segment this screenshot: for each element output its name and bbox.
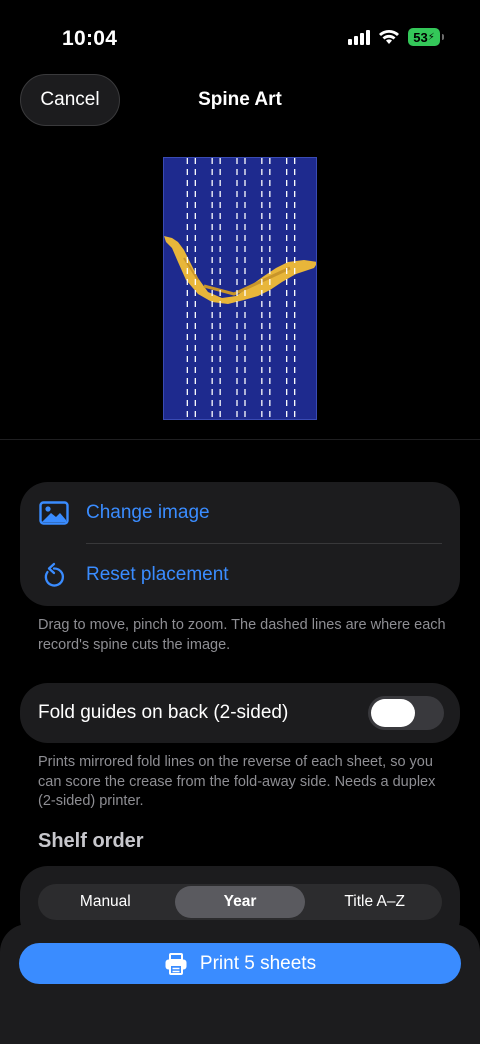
preview-divider (0, 439, 480, 440)
toggle-knob (371, 699, 415, 727)
fold-guides-caption: Prints mirrored fold lines on the revers… (38, 754, 436, 809)
wifi-icon (379, 30, 399, 44)
segment-year[interactable]: Year (174, 886, 306, 918)
shelf-order-segmented-control: Manual Year Title A–Z (38, 884, 442, 920)
fold-guides-label: Fold guides on back (2-sided) (38, 702, 289, 723)
image-actions-card: Change image Reset placement (20, 482, 460, 606)
print-button-label: Print 5 sheets (199, 952, 317, 974)
printer-icon (165, 952, 187, 975)
fold-guides-card: Fold guides on back (2-sided) (20, 683, 460, 743)
battery-level: 53 (413, 29, 428, 45)
change-image-button[interactable]: Change image (86, 502, 210, 524)
photo-icon (38, 499, 70, 527)
image-caption: Drag to move, pinch to zoom. The dashed … (38, 617, 446, 653)
fold-guides-toggle[interactable] (368, 696, 444, 730)
reset-placement-row[interactable]: Reset placement (20, 544, 460, 606)
bottom-action-bar (0, 924, 480, 1044)
reset-arrow-icon (38, 561, 70, 589)
battery-charging-icon: 53 ⚡ (408, 28, 444, 46)
status-icons: 53 ⚡ (348, 28, 444, 46)
page-title: Spine Art (198, 89, 282, 110)
spine-art-preview[interactable] (163, 157, 317, 420)
status-bar: 10:04 53 ⚡ (0, 0, 480, 70)
preview-canvas (164, 158, 316, 419)
change-image-row[interactable]: Change image (20, 482, 460, 544)
shelf-order-heading: Shelf order (38, 830, 144, 852)
print-button[interactable]: Print 5 sheets (19, 943, 461, 984)
segment-manual[interactable]: Manual (40, 886, 171, 918)
status-time: 10:04 (62, 27, 118, 50)
segment-title-a-z[interactable]: Title A–Z (309, 886, 440, 918)
cellular-signal-icon (348, 29, 370, 45)
reset-placement-button[interactable]: Reset placement (86, 564, 229, 586)
